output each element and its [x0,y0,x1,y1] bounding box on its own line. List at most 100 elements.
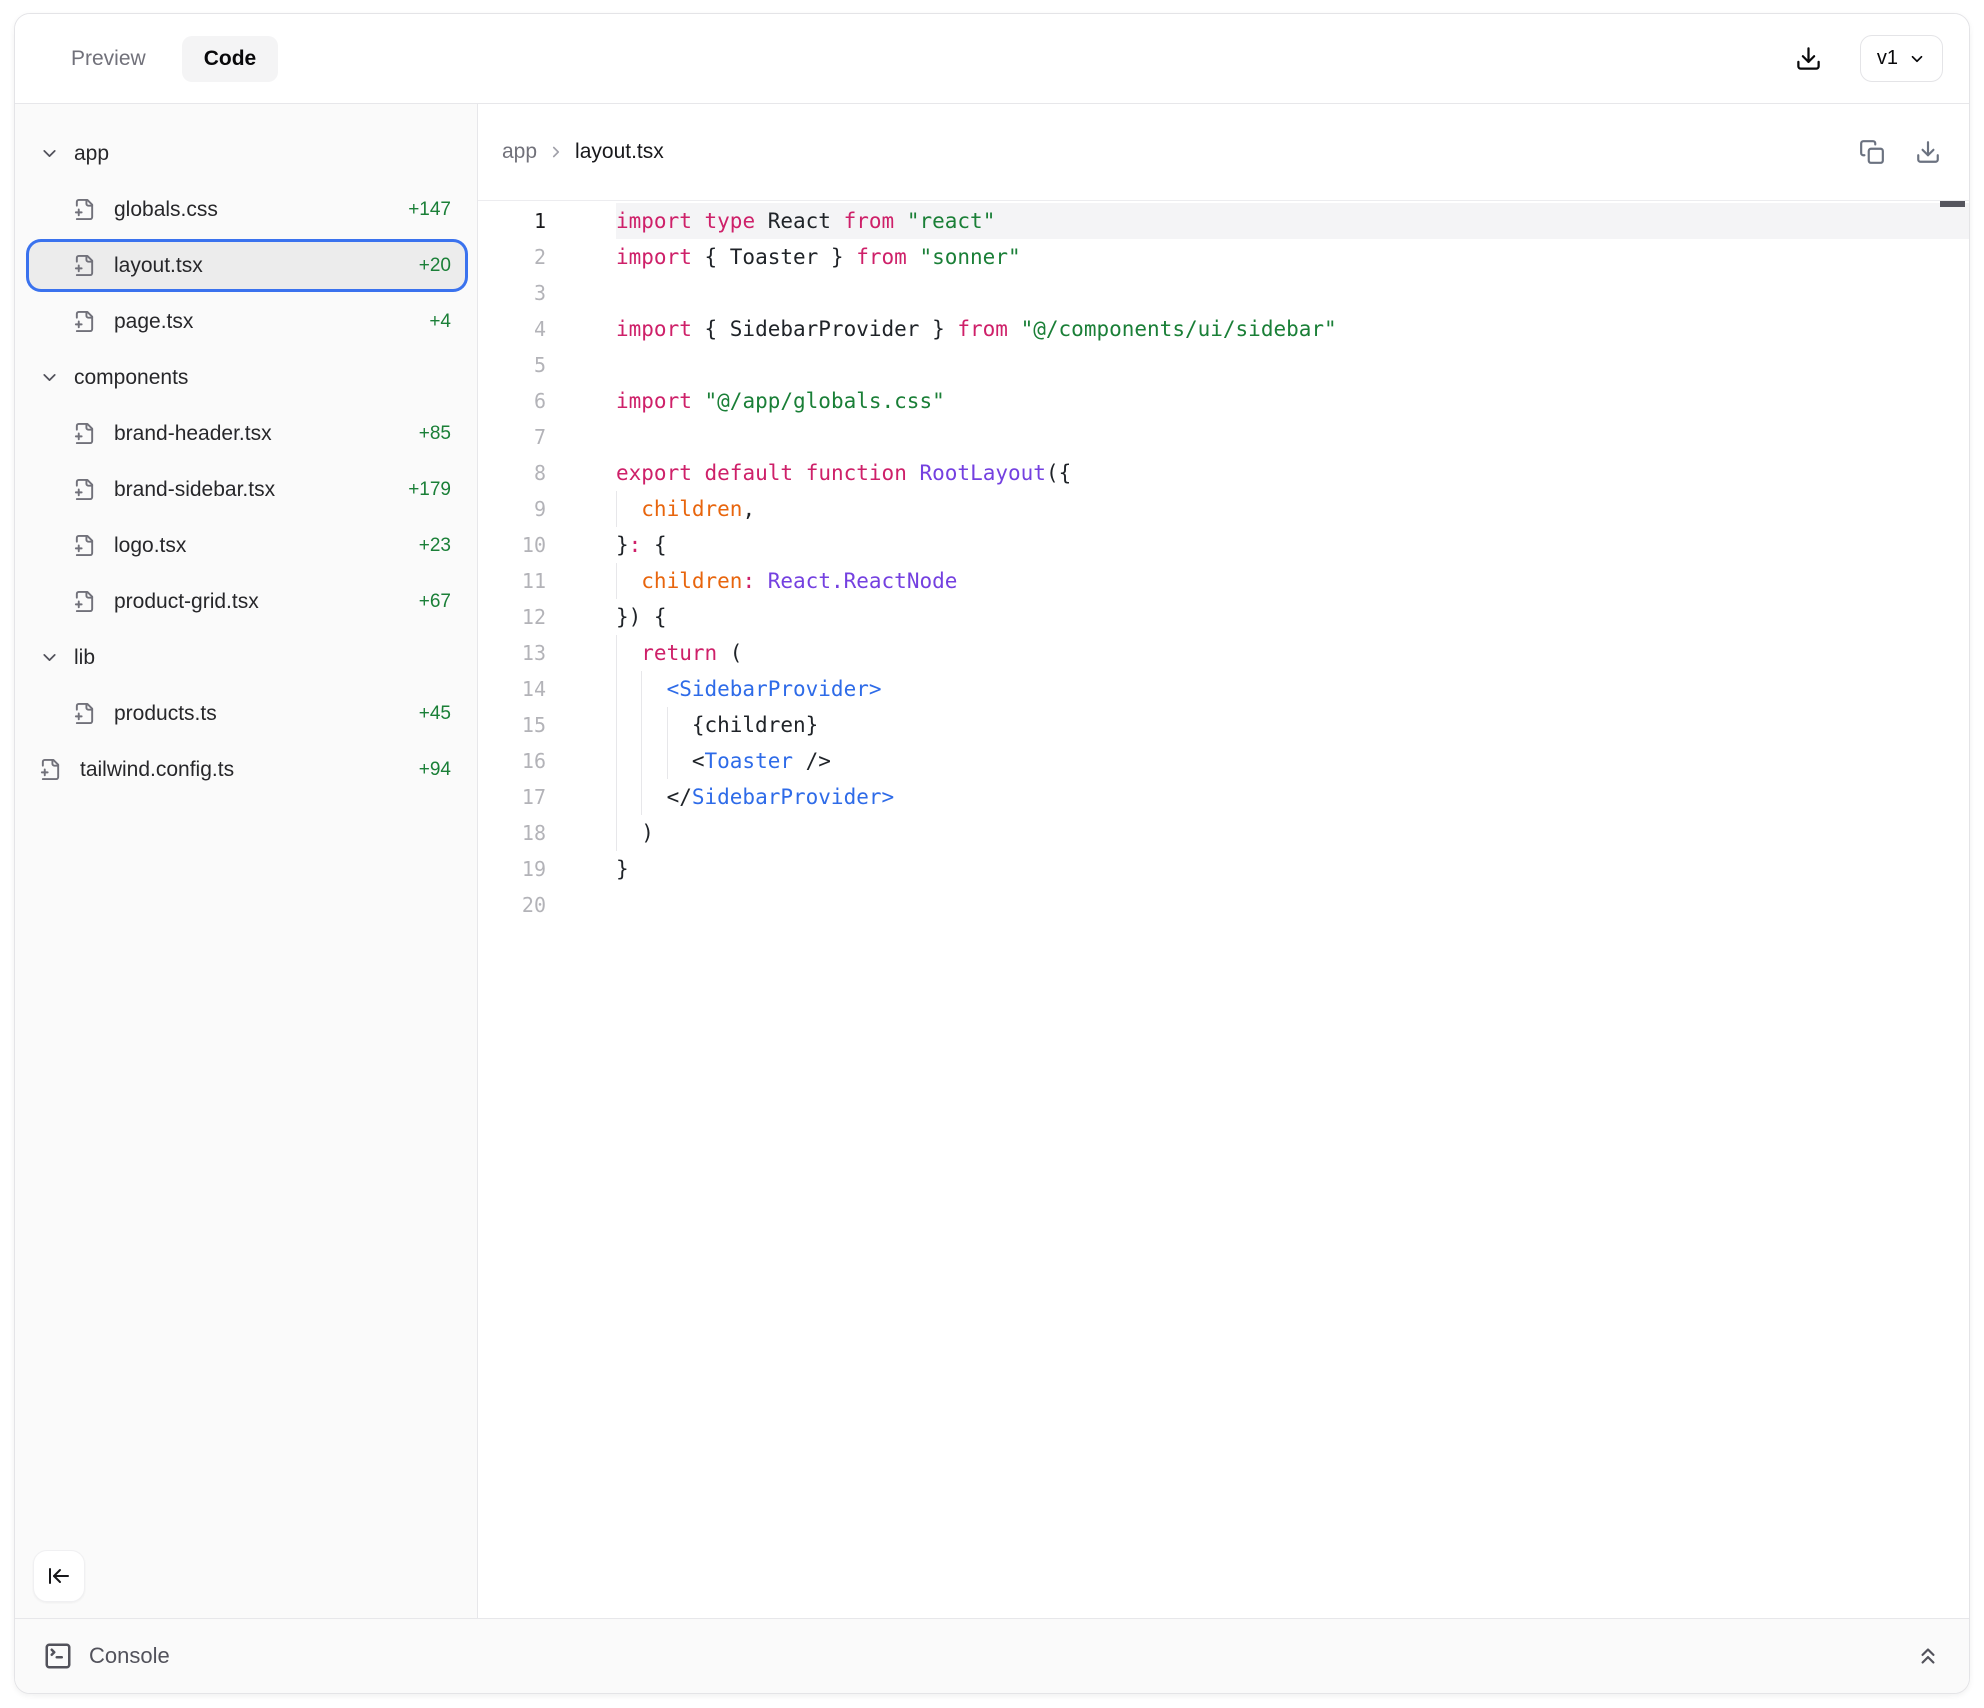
line-content: import "@/app/globals.css" [616,383,1969,419]
folder-lib[interactable]: lib [29,634,465,681]
code-panel: Preview Code v1 app globals.css +147 lay… [14,13,1970,1694]
code-line-18: 18) [478,815,1969,851]
line-content: }) { [616,599,1969,635]
line-content: return ( [616,635,1969,671]
folder-components[interactable]: components [29,354,465,401]
code-editor: app layout.tsx 1import type React from "… [478,104,1969,1618]
folder-name: lib [74,646,95,670]
collapse-sidebar-button[interactable] [33,1550,85,1602]
line-number: 9 [478,491,616,527]
code-line-14: 14<SidebarProvider> [478,671,1969,707]
line-content: export default function RootLayout({ [616,455,1969,491]
copy-code-button[interactable] [1859,139,1885,165]
line-number: 14 [478,671,616,707]
line-content: <Toaster /> [616,743,1969,779]
line-number: 17 [478,779,616,815]
line-number: 15 [478,707,616,743]
tab-preview[interactable]: Preview [49,36,168,82]
breadcrumb: app layout.tsx [502,140,664,164]
line-number: 8 [478,455,616,491]
file-plus-icon [73,254,96,277]
file-brand-header.tsx[interactable]: brand-header.tsx +85 [29,410,465,457]
file-products.ts[interactable]: products.ts +45 [29,690,465,737]
code-line-11: 11children: React.ReactNode [478,563,1969,599]
tab-code[interactable]: Code [182,36,279,82]
code-line-17: 17</SidebarProvider> [478,779,1969,815]
file-plus-icon [73,590,96,613]
chevron-down-icon [39,367,60,388]
code-line-1: 1import type React from "react" [478,203,1969,239]
diff-count-badge: +85 [419,423,451,445]
line-number: 6 [478,383,616,419]
line-number: 5 [478,347,616,383]
download-file-button[interactable] [1915,139,1941,165]
code-viewport[interactable]: 1import type React from "react"2import {… [478,201,1969,1618]
download-button[interactable] [1795,45,1822,72]
file-name: layout.tsx [114,254,203,278]
version-dropdown[interactable]: v1 [1860,35,1943,82]
line-number: 13 [478,635,616,671]
code-line-3: 3 [478,275,1969,311]
diff-count-badge: +94 [419,759,451,781]
code-line-2: 2import { Toaster } from "sonner" [478,239,1969,275]
folder-name: app [74,142,109,166]
line-number: 1 [478,203,616,239]
line-number: 2 [478,239,616,275]
terminal-icon [43,1641,73,1671]
file-globals.css[interactable]: globals.css +147 [29,186,465,233]
editor-header: app layout.tsx [478,104,1969,201]
console-bar[interactable]: Console [15,1618,1969,1693]
console-label: Console [89,1643,170,1669]
diff-count-badge: +179 [408,479,451,501]
line-number: 19 [478,851,616,887]
breadcrumb-folder[interactable]: app [502,140,537,164]
file-plus-icon [73,478,96,501]
code-line-4: 4import { SidebarProvider } from "@/comp… [478,311,1969,347]
line-content [616,419,1969,455]
code-line-13: 13return ( [478,635,1969,671]
file-brand-sidebar.tsx[interactable]: brand-sidebar.tsx +179 [29,466,465,513]
expand-console-button[interactable] [1915,1643,1941,1669]
code-line-15: 15{children} [478,707,1969,743]
line-number: 3 [478,275,616,311]
file-plus-icon [39,758,62,781]
code-line-8: 8export default function RootLayout({ [478,455,1969,491]
file-name: products.ts [114,702,217,726]
code-line-6: 6import "@/app/globals.css" [478,383,1969,419]
file-plus-icon [73,422,96,445]
file-logo.tsx[interactable]: logo.tsx +23 [29,522,465,569]
version-label: v1 [1877,47,1898,70]
file-name: product-grid.tsx [114,590,259,614]
diff-count-badge: +4 [429,311,451,333]
scrollbar-thumb[interactable] [1940,201,1965,207]
line-content: }: { [616,527,1969,563]
line-number: 12 [478,599,616,635]
line-number: 20 [478,887,616,923]
chevrons-up-icon [1915,1643,1941,1669]
line-content: </SidebarProvider> [616,779,1969,815]
line-number: 7 [478,419,616,455]
file-product-grid.tsx[interactable]: product-grid.tsx +67 [29,578,465,625]
file-page.tsx[interactable]: page.tsx +4 [29,298,465,345]
download-icon [1915,139,1941,165]
chevron-down-icon [39,143,60,164]
chevron-down-icon [39,647,60,668]
file-plus-icon [73,702,96,725]
line-content: children: React.ReactNode [616,563,1969,599]
line-content: {children} [616,707,1969,743]
code-line-5: 5 [478,347,1969,383]
line-content: } [616,851,1969,887]
folder-app[interactable]: app [29,130,465,177]
line-content [616,275,1969,311]
line-content [616,347,1969,383]
top-toolbar: Preview Code v1 [15,14,1969,104]
line-content: ) [616,815,1969,851]
file-plus-icon [73,198,96,221]
file-plus-icon [73,310,96,333]
chevron-down-icon [1908,50,1926,68]
file-tailwind.config.ts[interactable]: tailwind.config.ts +94 [29,746,465,793]
file-layout.tsx[interactable]: layout.tsx +20 [29,242,465,289]
code-line-19: 19} [478,851,1969,887]
code-line-16: 16<Toaster /> [478,743,1969,779]
file-tree-sidebar: app globals.css +147 layout.tsx +20 page… [15,104,478,1618]
